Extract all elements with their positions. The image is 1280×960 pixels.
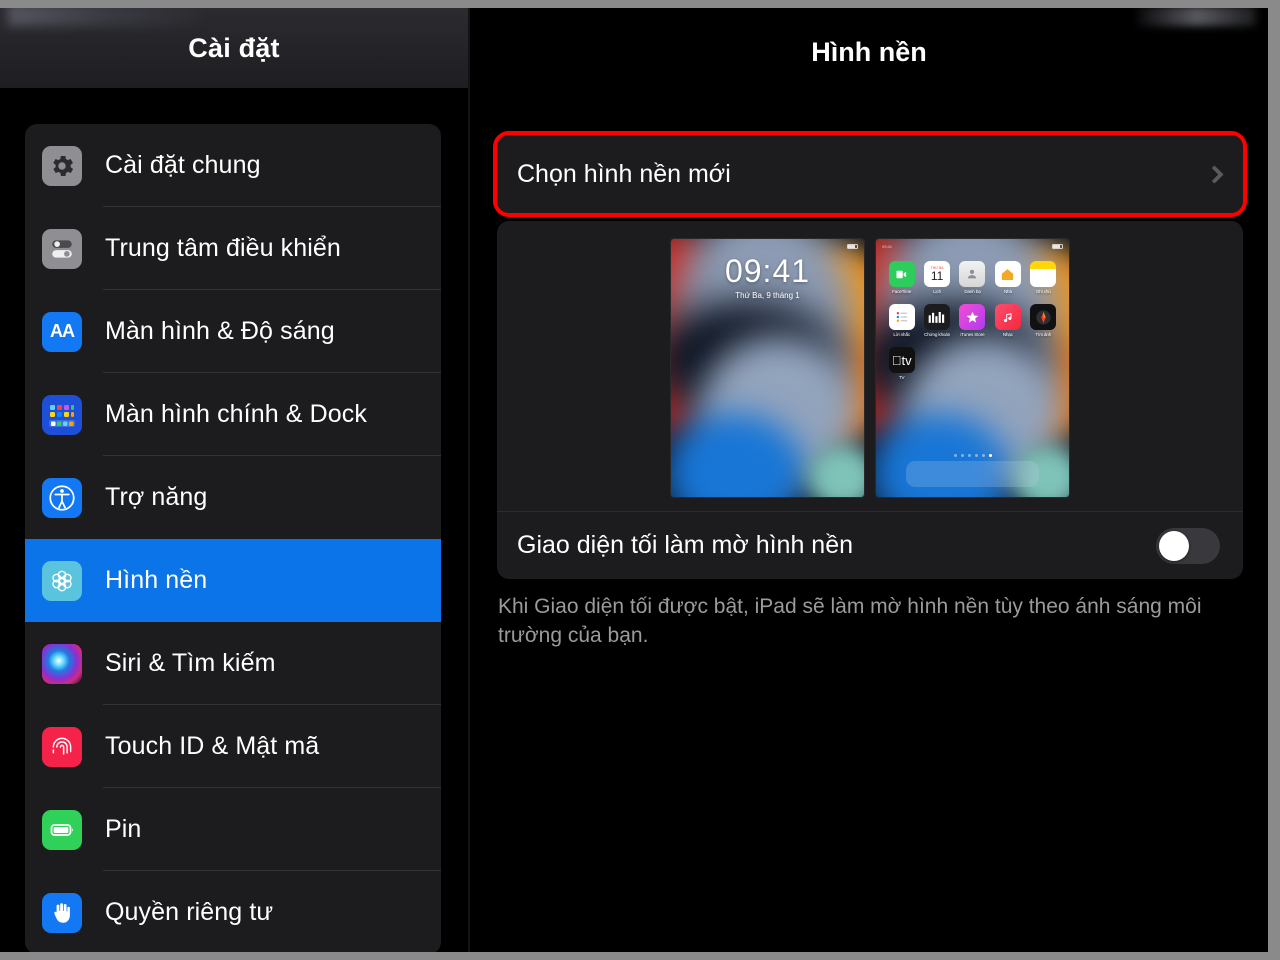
notes-icon	[1030, 261, 1057, 287]
home-screen-dock-icon	[42, 394, 82, 435]
battery-indicator-icon	[1052, 243, 1063, 249]
app-icon-find-my[interactable]: Tìm ảnh	[1028, 304, 1058, 337]
sidebar-item-siri-search[interactable]: Siri & Tìm kiếm	[25, 622, 441, 705]
sidebar-item-label: Hình nền	[105, 566, 208, 594]
touch-id-icon	[42, 726, 82, 767]
sidebar-item-label: Cài đặt chung	[105, 151, 261, 179]
sidebar-item-display-brightness[interactable]: AA Màn hình & Độ sáng	[25, 290, 441, 373]
detail-status-bar-blurred	[1138, 8, 1256, 26]
control-center-icon	[42, 228, 82, 269]
lock-screen-time: 09:41	[724, 253, 811, 289]
music-note-icon	[994, 304, 1021, 330]
dim-wallpaper-row[interactable]: Giao diện tối làm mờ hình nền	[497, 511, 1243, 579]
sidebar-nav-list: Cài đặt chung Trung tâm điều khiển AA Mà…	[25, 124, 441, 952]
dim-wallpaper-label: Giao diện tối làm mờ hình nền	[517, 531, 854, 559]
app-icon-reminders[interactable]: Lời nhắc	[887, 304, 917, 337]
battery-indicator-icon	[847, 243, 858, 249]
sidebar-item-label: Touch ID & Mật mã	[105, 732, 320, 760]
choose-wallpaper-section: Chọn hình nền mới	[493, 131, 1247, 217]
app-label: Chứng khoán	[924, 332, 951, 337]
app-icon-itunes-store[interactable]: iTunes Store	[957, 304, 987, 337]
home-screen-preview[interactable]: 09:41 FaceTime THỨ BA 11 Lịch Danh bạ Nh…	[876, 239, 1069, 497]
display-brightness-icon: AA	[42, 311, 82, 352]
app-icon-music[interactable]: Nhạc	[993, 304, 1023, 337]
sidebar-header: Cài đặt	[0, 8, 468, 88]
sidebar-item-accessibility[interactable]: Trợ năng	[25, 456, 441, 539]
app-label: iTunes Store	[960, 332, 985, 337]
sidebar-item-control-center[interactable]: Trung tâm điều khiển	[25, 207, 441, 290]
wallpaper-detail-pane: Hình nền Chọn hình nền mới 09:41 Thứ Ba,…	[470, 8, 1268, 952]
dim-wallpaper-toggle[interactable]	[1156, 527, 1220, 564]
choose-new-wallpaper-button[interactable]: Chọn hình nền mới	[497, 135, 1243, 213]
reminders-icon	[888, 304, 915, 330]
siri-icon	[42, 643, 82, 684]
sidebar-item-label: Màn hình & Độ sáng	[105, 317, 335, 345]
app-icon-calendar[interactable]: THỨ BA 11 Lịch	[922, 261, 952, 294]
dim-wallpaper-description: Khi Giao diện tối được bật, iPad sẽ làm …	[498, 595, 1202, 647]
home-icon	[994, 261, 1021, 287]
sidebar-item-touch-id-passcode[interactable]: Touch ID & Mật mã	[25, 705, 441, 788]
preview-status-bar: 09:41	[876, 242, 1069, 250]
lock-screen-clock: 09:41 Thứ Ba, 9 tháng 1	[671, 253, 864, 300]
videocam-icon	[888, 261, 915, 287]
sidebar-title: Cài đặt	[188, 32, 280, 63]
app-icon-stocks[interactable]: Chứng khoán	[922, 304, 952, 337]
lock-screen-preview[interactable]: 09:41 Thứ Ba, 9 tháng 1	[671, 239, 864, 497]
accessibility-icon	[42, 477, 82, 518]
sidebar-item-label: Pin	[105, 815, 142, 843]
app-label: TV	[898, 375, 905, 380]
ipad-settings-screen: Cài đặt Cài đặt chung Trung tâm điều khi…	[0, 8, 1268, 952]
choose-new-wallpaper-label: Chọn hình nền mới	[517, 159, 731, 188]
sidebar-item-label: Trung tâm điều khiển	[105, 234, 341, 262]
home-screen-app-grid: FaceTime THỨ BA 11 Lịch Danh bạ Nhà Ghi …	[884, 261, 1061, 380]
status-bar-blurred	[8, 8, 198, 26]
app-label: Ghi chú	[1035, 289, 1051, 294]
sidebar-item-home-screen-dock[interactable]: Màn hình chính & Dock	[25, 373, 441, 456]
sidebar-item-privacy[interactable]: Quyền riêng tư	[25, 871, 441, 952]
chevron-right-icon	[1205, 164, 1224, 184]
calendar-icon: THỨ BA 11	[924, 261, 951, 287]
sidebar-item-label: Trợ năng	[105, 483, 208, 511]
app-label: Lịch	[933, 289, 942, 294]
find-my-icon	[1030, 304, 1057, 330]
page-indicator-dots	[876, 454, 1069, 457]
contacts-icon	[959, 261, 986, 287]
app-label: FaceTime	[892, 289, 912, 294]
page-title: Hình nền	[811, 36, 927, 67]
app-label: Nhạc	[1002, 332, 1013, 337]
sidebar-item-label: Màn hình chính & Dock	[105, 400, 367, 428]
dock	[906, 461, 1039, 487]
stocks-icon	[924, 304, 951, 330]
sidebar-item-label: Siri & Tìm kiếm	[105, 649, 276, 677]
app-label: Nhà	[1003, 289, 1012, 294]
settings-sidebar: Cài đặt Cài đặt chung Trung tâm điều khi…	[0, 8, 470, 952]
app-label: Tìm ảnh	[1035, 332, 1052, 337]
privacy-hand-icon	[42, 892, 82, 933]
lock-screen-date: Thứ Ba, 9 tháng 1	[735, 291, 800, 300]
wallpaper-icon	[42, 560, 82, 601]
app-icon-facetime[interactable]: FaceTime	[887, 261, 917, 294]
preview-status-bar	[671, 242, 864, 250]
itunes-star-icon	[959, 304, 986, 330]
app-icon-contacts[interactable]: Danh bạ	[957, 261, 987, 294]
toggle-knob	[1159, 530, 1189, 561]
app-icon-notes[interactable]: Ghi chú	[1028, 261, 1058, 294]
wallpaper-previews: 09:41 Thứ Ba, 9 tháng 1 09:41 FaceTime T…	[497, 221, 1243, 511]
sidebar-item-label: Quyền riêng tư	[105, 898, 274, 926]
sidebar-item-battery[interactable]: Pin	[25, 788, 441, 871]
app-label: Danh bạ	[964, 289, 981, 294]
gear-icon	[42, 145, 82, 186]
sidebar-item-general[interactable]: Cài đặt chung	[25, 124, 441, 207]
app-label: Lời nhắc	[893, 332, 911, 337]
app-icon-home[interactable]: Nhà	[993, 261, 1023, 294]
apple-tv-icon: tv	[888, 347, 915, 373]
battery-icon	[42, 809, 82, 850]
app-icon-tv[interactable]: tv TV	[887, 347, 917, 380]
sidebar-item-wallpaper[interactable]: Hình nền	[25, 539, 441, 622]
